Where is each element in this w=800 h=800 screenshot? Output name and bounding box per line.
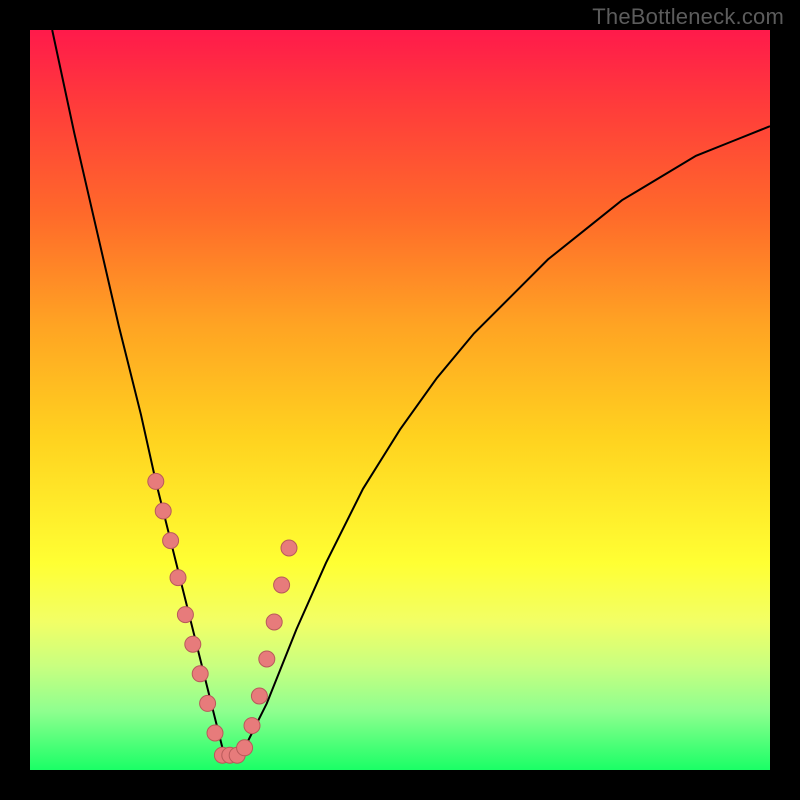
data-marker <box>200 695 216 711</box>
data-marker <box>170 570 186 586</box>
data-marker <box>185 636 201 652</box>
data-marker <box>259 651 275 667</box>
data-marker <box>251 688 267 704</box>
data-marker <box>155 503 171 519</box>
bottleneck-curve-path <box>52 30 770 755</box>
data-marker <box>281 540 297 556</box>
data-marker <box>266 614 282 630</box>
v-curve <box>52 30 770 755</box>
data-marker <box>148 473 164 489</box>
data-marker <box>192 666 208 682</box>
plot-area <box>30 30 770 770</box>
data-marker <box>177 607 193 623</box>
chart-svg <box>30 30 770 770</box>
data-marker <box>237 740 253 756</box>
chart-container: TheBottleneck.com <box>0 0 800 800</box>
data-markers <box>148 473 297 763</box>
watermark-text: TheBottleneck.com <box>592 4 784 30</box>
data-marker <box>163 533 179 549</box>
data-marker <box>244 718 260 734</box>
data-marker <box>274 577 290 593</box>
data-marker <box>207 725 223 741</box>
